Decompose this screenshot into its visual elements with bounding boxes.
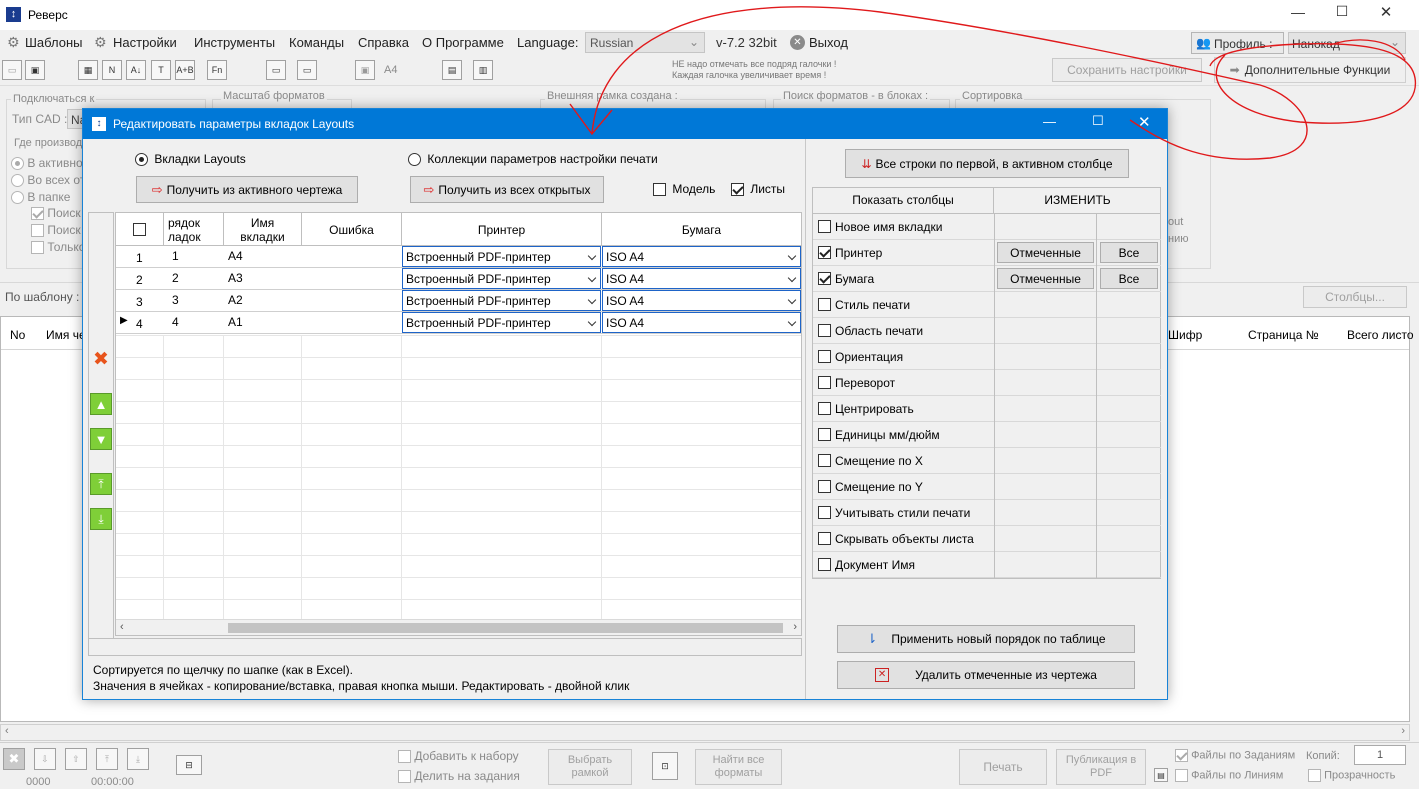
red-annotation xyxy=(569,6,1417,160)
